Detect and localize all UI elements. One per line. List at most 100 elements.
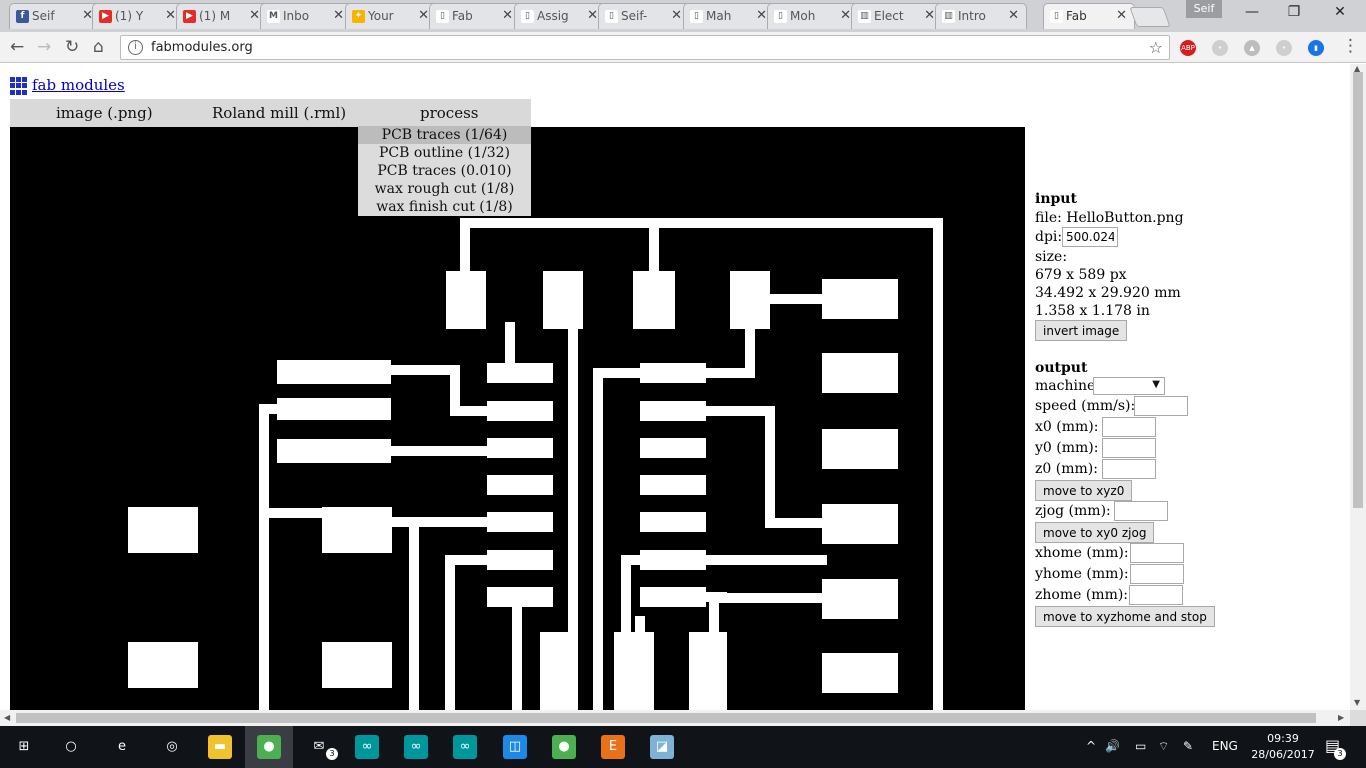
fab-modules-link[interactable]: fab modules bbox=[32, 76, 125, 94]
reload-button[interactable]: ↻ bbox=[65, 37, 79, 57]
browser-tab[interactable]: ▯ Seif- ✕ bbox=[598, 3, 690, 29]
extension-icon-4[interactable]: • bbox=[1276, 40, 1292, 56]
tab-label: Assig bbox=[537, 9, 569, 23]
process-option[interactable]: PCB outline (1/32) bbox=[358, 144, 531, 162]
tab-close-icon[interactable]: ✕ bbox=[333, 8, 344, 23]
close-window-button[interactable]: ✕ bbox=[1317, 4, 1363, 24]
xhome-input[interactable] bbox=[1130, 543, 1184, 563]
scroll-right-icon[interactable]: ▶ bbox=[1338, 713, 1344, 722]
tab-close-icon[interactable]: ✕ bbox=[249, 8, 260, 23]
horizontal-scroll-thumb[interactable] bbox=[16, 713, 1316, 723]
invert-image-button[interactable]: invert image bbox=[1035, 320, 1128, 341]
tab-close-icon[interactable]: ✕ bbox=[840, 8, 851, 23]
back-button[interactable]: ← bbox=[10, 37, 24, 57]
browser-tab[interactable]: ▯ Fab ✕ bbox=[429, 3, 521, 29]
vertical-scrollbar[interactable]: ▲ ▼ bbox=[1350, 64, 1366, 710]
edge-icon[interactable]: e bbox=[110, 735, 134, 759]
file-explorer-icon[interactable]: ▬ bbox=[208, 735, 232, 759]
user-profile-button[interactable]: Seif bbox=[1186, 0, 1222, 18]
size-mm: 34.492 x 29.920 mm bbox=[1035, 285, 1181, 301]
drive-icon[interactable]: ▲ bbox=[1244, 40, 1260, 56]
horizontal-scrollbar[interactable]: ◀ ▶ bbox=[0, 710, 1350, 726]
browser-tab[interactable]: f Seif ✕ bbox=[9, 3, 101, 29]
tab-close-icon[interactable]: ✕ bbox=[924, 8, 935, 23]
scroll-left-icon[interactable]: ◀ bbox=[4, 713, 10, 722]
process-option[interactable]: wax rough cut (1/8) bbox=[358, 180, 531, 198]
machine-select[interactable]: ▼ bbox=[1093, 377, 1165, 395]
yhome-input[interactable] bbox=[1130, 564, 1184, 584]
move-to-xy0-zjog-button[interactable]: move to xy0 zjog bbox=[1035, 522, 1155, 543]
forward-button[interactable]: → bbox=[37, 37, 51, 57]
process-option[interactable]: wax finish cut (1/8) bbox=[358, 198, 531, 216]
zhome-input[interactable] bbox=[1129, 585, 1183, 605]
browser-tab[interactable]: ▥ Intro ✕ bbox=[935, 3, 1027, 29]
cortana-icon[interactable]: ○ bbox=[59, 735, 83, 759]
tab-close-icon[interactable]: ✕ bbox=[1116, 8, 1127, 23]
windows-start-icon[interactable]: ⊞ bbox=[12, 735, 36, 759]
tab-label: Elect bbox=[874, 9, 904, 23]
restore-button[interactable]: ❐ bbox=[1271, 4, 1317, 24]
process-option[interactable]: PCB traces (0.010) bbox=[358, 162, 531, 180]
arduino-icon[interactable]: ∞ bbox=[404, 735, 428, 759]
tab-close-icon[interactable]: ✕ bbox=[587, 8, 598, 23]
browser-tab[interactable]: M Inbo ✕ bbox=[260, 3, 352, 29]
adblock-plus-icon[interactable]: ABP bbox=[1180, 40, 1196, 56]
browser-menu-icon[interactable]: ⋮ bbox=[1342, 36, 1359, 56]
browser-tab[interactable]: ▶ (1) Y ✕ bbox=[92, 3, 184, 29]
keyboard-icon[interactable]: ▭ bbox=[1135, 739, 1146, 753]
input-format-menu[interactable]: image (.png) bbox=[56, 104, 153, 122]
chrome-icon[interactable]: ● bbox=[257, 735, 281, 759]
browser-tab[interactable]: ▯ Fab ✕ bbox=[1043, 3, 1135, 29]
eagle-icon[interactable]: E bbox=[601, 735, 625, 759]
tab-close-icon[interactable]: ✕ bbox=[165, 8, 176, 23]
app-icon[interactable]: ◫ bbox=[503, 735, 527, 759]
browser-tab[interactable]: ▥ Elect ✕ bbox=[851, 3, 943, 29]
pen-icon[interactable]: ✎ bbox=[1183, 739, 1193, 753]
browser-tab[interactable]: ✦ Your ✕ bbox=[345, 3, 437, 29]
x0-input[interactable] bbox=[1102, 417, 1156, 437]
browser-tab[interactable]: ▯ Assig ✕ bbox=[514, 3, 606, 29]
wifi-icon[interactable]: ⌔ bbox=[1158, 739, 1169, 754]
tab-close-icon[interactable]: ✕ bbox=[756, 8, 767, 23]
tab-close-icon[interactable]: ✕ bbox=[671, 8, 682, 23]
tray-chevron-icon[interactable]: ^ bbox=[1086, 739, 1096, 753]
dpi-input[interactable] bbox=[1062, 227, 1118, 247]
bookmark-ext-icon[interactable]: ▮ bbox=[1308, 40, 1324, 56]
app-icon-2[interactable]: ◪ bbox=[650, 735, 674, 759]
bookmark-star-icon[interactable]: ☆ bbox=[1149, 38, 1163, 57]
yhome-label: yhome (mm): bbox=[1035, 566, 1129, 582]
arduino-icon[interactable]: ∞ bbox=[453, 735, 477, 759]
home-button[interactable]: ⌂ bbox=[93, 37, 104, 57]
tab-close-icon[interactable]: ✕ bbox=[1008, 8, 1019, 23]
language-indicator[interactable]: ENG bbox=[1212, 739, 1238, 753]
address-bar[interactable]: i fabmodules.org ☆ bbox=[120, 35, 1170, 60]
clock-date: 28/06/2017 bbox=[1251, 748, 1315, 761]
zjog-input[interactable] bbox=[1114, 501, 1168, 521]
chrome-icon[interactable]: ● bbox=[552, 735, 576, 759]
volume-icon[interactable]: 🔊 bbox=[1105, 739, 1120, 753]
scroll-down-icon[interactable]: ▼ bbox=[1354, 698, 1360, 707]
youtube-icon: ▶ bbox=[99, 10, 112, 23]
move-to-xyzhome-button[interactable]: move to xyzhome and stop bbox=[1035, 606, 1215, 627]
groove-icon[interactable]: ◎ bbox=[160, 735, 184, 759]
move-to-xyz0-button[interactable]: move to xyz0 bbox=[1035, 480, 1133, 501]
browser-tab[interactable]: ▯ Moh ✕ bbox=[767, 3, 859, 29]
speed-input[interactable] bbox=[1134, 396, 1188, 416]
extension-icon-2[interactable]: • bbox=[1212, 40, 1228, 56]
site-info-icon[interactable]: i bbox=[128, 40, 143, 55]
output-format-menu[interactable]: Roland mill (.rml) bbox=[212, 104, 346, 122]
browser-tab[interactable]: ▯ Mah ✕ bbox=[683, 3, 775, 29]
browser-tab[interactable]: ▶ (1) M ✕ bbox=[176, 3, 268, 29]
url-text[interactable]: fabmodules.org bbox=[151, 40, 253, 55]
clock[interactable]: 09:39 28/06/2017 bbox=[1248, 731, 1318, 763]
process-menu[interactable]: process bbox=[420, 104, 478, 122]
y0-input[interactable] bbox=[1102, 438, 1156, 458]
process-option[interactable]: PCB traces (1/64) bbox=[358, 126, 531, 144]
new-tab-button[interactable] bbox=[1129, 7, 1171, 27]
arduino-icon[interactable]: ∞ bbox=[355, 735, 379, 759]
vertical-scroll-thumb[interactable] bbox=[1353, 72, 1363, 508]
tab-close-icon[interactable]: ✕ bbox=[418, 8, 429, 23]
tab-close-icon[interactable]: ✕ bbox=[502, 8, 513, 23]
z0-input[interactable] bbox=[1102, 459, 1156, 479]
minimize-button[interactable]: — bbox=[1229, 4, 1275, 24]
